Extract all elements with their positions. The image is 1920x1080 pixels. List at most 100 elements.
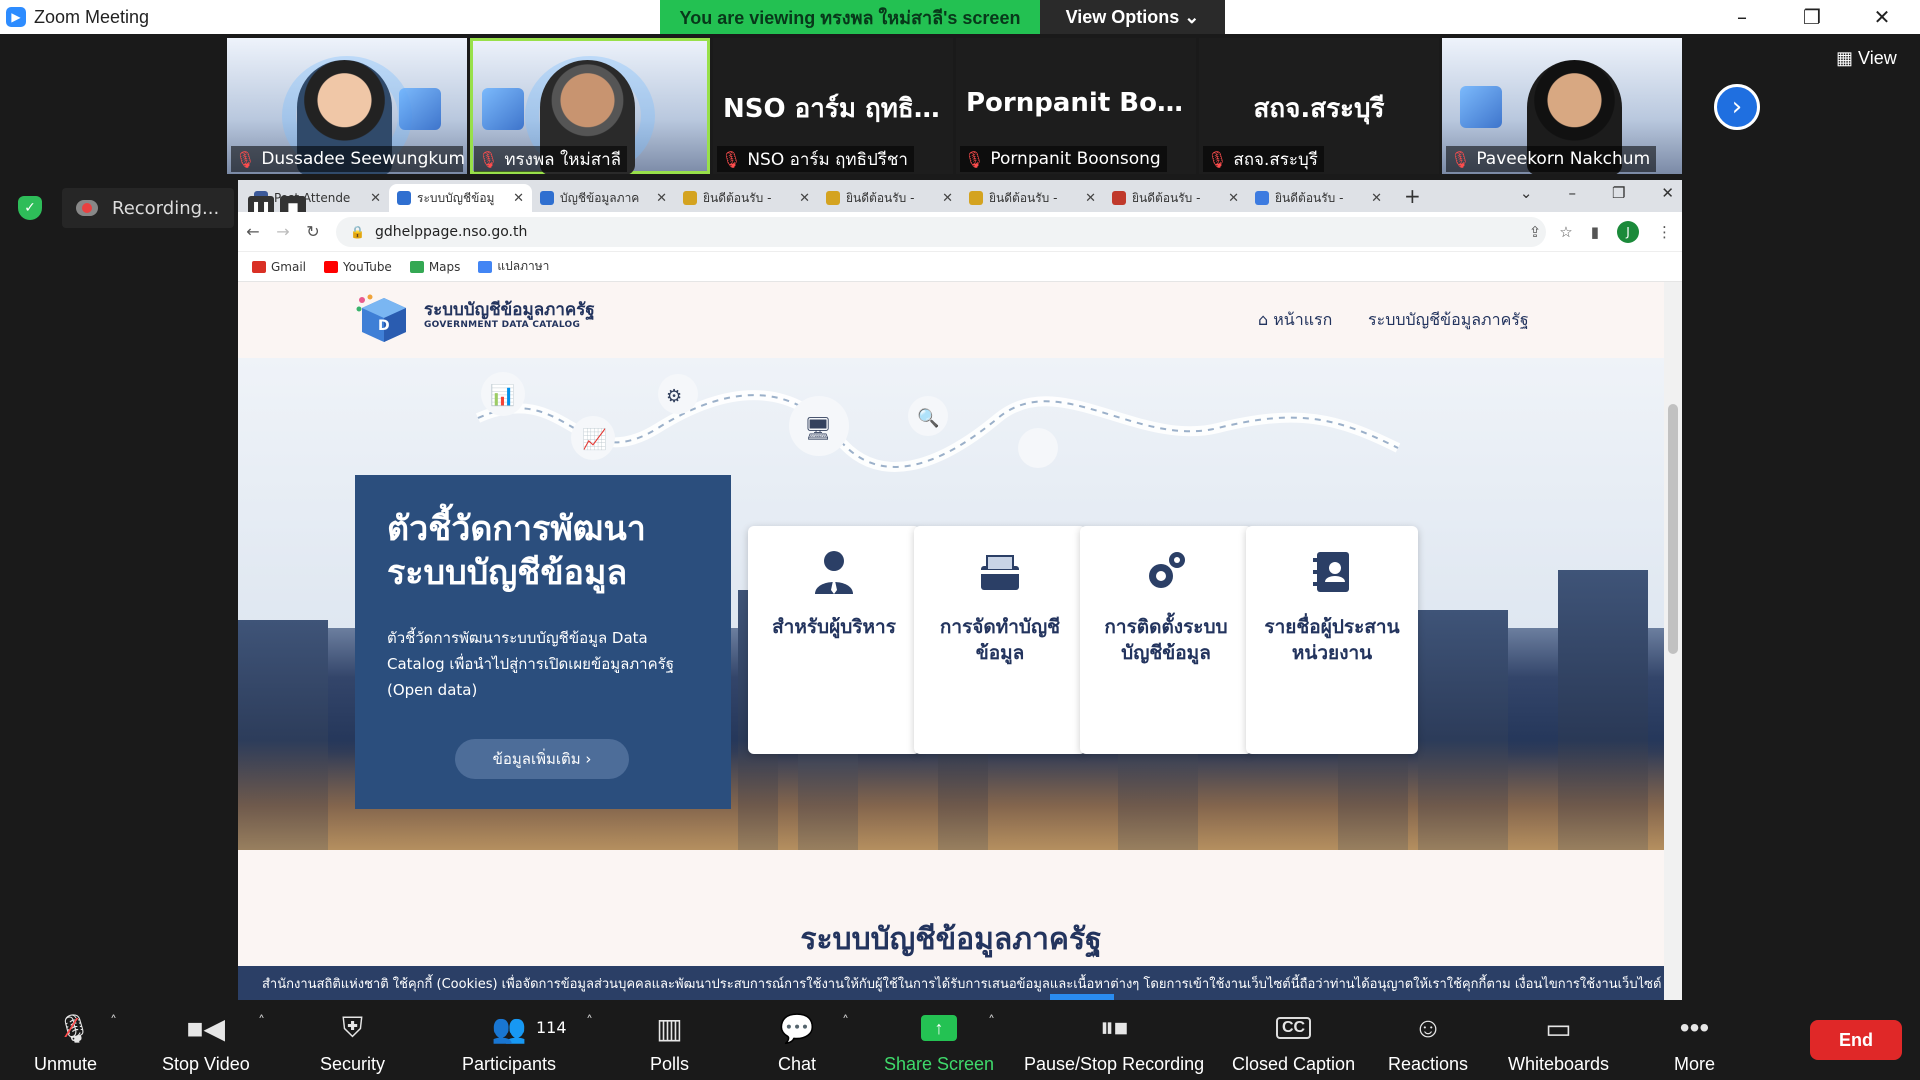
cookie-consent-bar[interactable]: สำนักงานสถิติแห่งชาติ ใช้คุกกี้ (Cookies… [238,966,1664,1000]
tab-label: ระบบบัญชีข้อมู [417,190,495,205]
card-coordinators[interactable]: รายชื่อผู้ประสานหน่วยงาน [1246,526,1418,754]
tab-close-icon[interactable]: ✕ [799,191,810,206]
tab-close-icon[interactable]: ✕ [942,191,953,206]
participant-tile[interactable]: NSO อาร์ม ฤทธิ... 🎙 NSO อาร์ม ฤทธิปรีชา [713,38,953,174]
participant-tile-active[interactable]: 🎙 ทรงพล ใหม่สาลี [470,38,710,174]
browser-tab[interactable]: ยินดีต้อนรับ - ✕ [818,184,961,212]
restore-icon[interactable]: ❐ [1782,0,1842,34]
hero-banner: 📊 📈 ⚙ 🖥 🔍 ตัวชี้วัดการพัฒนาระบบบัญชีข้อม… [238,358,1664,850]
nav-catalog-link[interactable]: ระบบบัญชีข้อมูลภาครัฐ [1368,308,1529,333]
mic-off-icon: 🎙 [964,149,985,169]
participants-label: Participants [462,1054,557,1074]
sidepanel-icon[interactable]: ▮ [1591,223,1599,241]
youtube-icon [324,260,339,273]
polls-button[interactable]: ▥ Polls [650,1008,689,1075]
minimize-icon[interactable]: – [1712,0,1772,34]
unmute-button[interactable]: 🎙 ⁄ Unmute [34,1008,97,1075]
window-title: Zoom Meeting [34,6,150,27]
next-page-icon[interactable]: › [1714,84,1760,130]
tab-close-icon[interactable]: ✕ [1085,191,1096,206]
tab-close-icon[interactable]: ✕ [656,191,667,206]
bookmark-youtube[interactable]: YouTube [324,260,392,274]
bookmark-maps[interactable]: Maps [409,260,460,274]
whiteboards-button[interactable]: ▭ Whiteboards [1508,1008,1609,1075]
chat-caret-icon[interactable]: ˄ [842,1014,849,1030]
mic-off-icon: 🎙 [721,149,742,169]
card-system-install[interactable]: การติดตั้งระบบบัญชีข้อมูล [1080,526,1252,754]
menu-kebab-icon[interactable]: ⋮ [1657,223,1672,241]
participant-tile[interactable]: 🎙 Dussadee Seewungkum [227,38,467,174]
participant-tile[interactable]: 🎙 Paveekorn Nakchum [1442,38,1682,174]
bookmark-translate[interactable]: แปลภาษา [478,257,549,276]
zoom-window: ▶ Zoom Meeting You are viewing ทรงพล ใหม… [0,0,1920,1080]
security-shield-icon: ⛨ [342,1011,364,1043]
participant-name: ทรงพล ใหม่สาลี [504,149,622,170]
browser-tab[interactable]: ยินดีต้อนรับ - ✕ [1247,184,1390,212]
back-icon[interactable]: ← [238,222,268,241]
more-button[interactable]: ••• More [1674,1008,1715,1075]
shared-screen: Post Attende ✕ ระบบบัญชีข้อมู ✕ บัญชีข้อมู… [238,180,1682,1000]
browser-tab[interactable]: ยินดีต้อนรับ - ✕ [675,184,818,212]
svg-text:📊: 📊 [490,383,515,407]
bookmark-gmail[interactable]: Gmail [252,260,306,274]
bookmark-label: Gmail [271,259,307,274]
tab-close-icon[interactable]: ✕ [513,191,524,206]
share-icon[interactable]: ⇪ [1529,223,1542,241]
video-options-caret-icon[interactable]: ˄ [258,1014,265,1030]
hero-title: ตัวชี้วัดการพัฒนาระบบบัญชีข้อมูล [387,509,646,593]
card-executive[interactable]: สำหรับผู้บริหาร [748,526,920,754]
end-meeting-button[interactable]: End [1810,1020,1902,1060]
bookmark-star-icon[interactable]: ☆ [1559,223,1572,241]
reload-icon[interactable]: ↻ [298,222,328,241]
gdc-logo-icon[interactable]: D [356,294,412,344]
browser-tab[interactable]: บัญชีข้อมูลภาค ✕ [532,184,675,212]
nav-home-link[interactable]: ⌂ หน้าแรก [1258,308,1332,333]
bookmarks-bar: Gmail YouTube Maps แปลภาษา [238,252,1682,282]
browser-tab[interactable]: ยินดีต้อนรับ - ✕ [1104,184,1247,212]
closed-caption-button[interactable]: CC Closed Caption [1232,1008,1355,1075]
participant-tile[interactable]: Pornpanit Boon... 🎙Pornpanit Boonsong [956,38,1196,174]
chat-label: Chat [778,1054,817,1074]
encryption-shield-icon[interactable]: ✓ [18,196,42,220]
lock-icon: 🔒 [350,224,365,239]
tab-close-icon[interactable]: ✕ [1371,191,1382,206]
nav-home-label: หน้าแรก [1273,310,1333,329]
new-tab-icon[interactable]: + [1404,184,1421,208]
close-icon[interactable]: ✕ [1852,0,1912,34]
pause-stop-recording-button[interactable]: ⏸⏹ Pause/Stop Recording [1024,1008,1204,1075]
share-caret-icon[interactable]: ˄ [988,1014,995,1030]
browser-tab[interactable]: ยินดีต้อนรับ - ✕ [961,184,1104,212]
view-button[interactable]: ▦ View [1836,48,1897,69]
profile-avatar[interactable]: J [1617,220,1639,243]
reactions-button[interactable]: ☺ Reactions [1388,1008,1468,1075]
tab-search-icon[interactable]: ⌄ [1520,184,1533,202]
logo-title-th: ระบบบัญชีข้อมูลภาครัฐ [424,300,595,320]
participants-icon: 👥 [491,1012,527,1044]
page-scrollbar[interactable] [1664,282,1682,1000]
more-info-button[interactable]: ข้อมูลเพิ่มเติม › [455,739,629,779]
security-button[interactable]: ⛨ Security [320,1008,385,1075]
meeting-toolbar: 🎙 ⁄ Unmute ˄ ■◀ Stop Video ˄ ⛨ Security 👥… [0,1000,1920,1080]
audio-options-caret-icon[interactable]: ˄ [110,1014,117,1030]
stop-video-button[interactable]: ■◀ Stop Video [162,1008,250,1075]
view-options-button[interactable]: View Options ⌄ [1040,0,1225,34]
close-icon[interactable]: ✕ [1661,184,1674,202]
participants-caret-icon[interactable]: ˄ [586,1014,593,1030]
minimize-icon[interactable]: – [1568,184,1576,202]
tab-label: ยินดีต้อนรับ - [1275,190,1344,205]
recording-label: Recording... [112,197,220,219]
tab-close-icon[interactable]: ✕ [1228,191,1239,206]
participant-tile[interactable]: สถจ.สระบุรี 🎙 สถจ.สระบุรี [1199,38,1439,174]
stop-video-label: Stop Video [162,1054,250,1074]
forward-icon[interactable]: → [268,222,298,241]
browser-tab-active[interactable]: ระบบบัญชีข้อมู ✕ [389,184,532,212]
url-input[interactable]: 🔒 gdhelppage.nso.go.th [336,216,1546,247]
bookmark-label: แปลภาษา [497,259,550,273]
chat-button[interactable]: 💬 Chat [778,1008,816,1075]
tab-close-icon[interactable]: ✕ [370,191,381,206]
recording-indicator[interactable]: Recording... [62,188,234,228]
card-catalog-preparation[interactable]: การจัดทำบัญชีข้อมูล [914,526,1086,754]
scrollbar-thumb[interactable] [1668,404,1678,654]
restore-icon[interactable]: ❐ [1612,184,1625,202]
share-screen-button[interactable]: ↑ Share Screen [884,1008,994,1075]
